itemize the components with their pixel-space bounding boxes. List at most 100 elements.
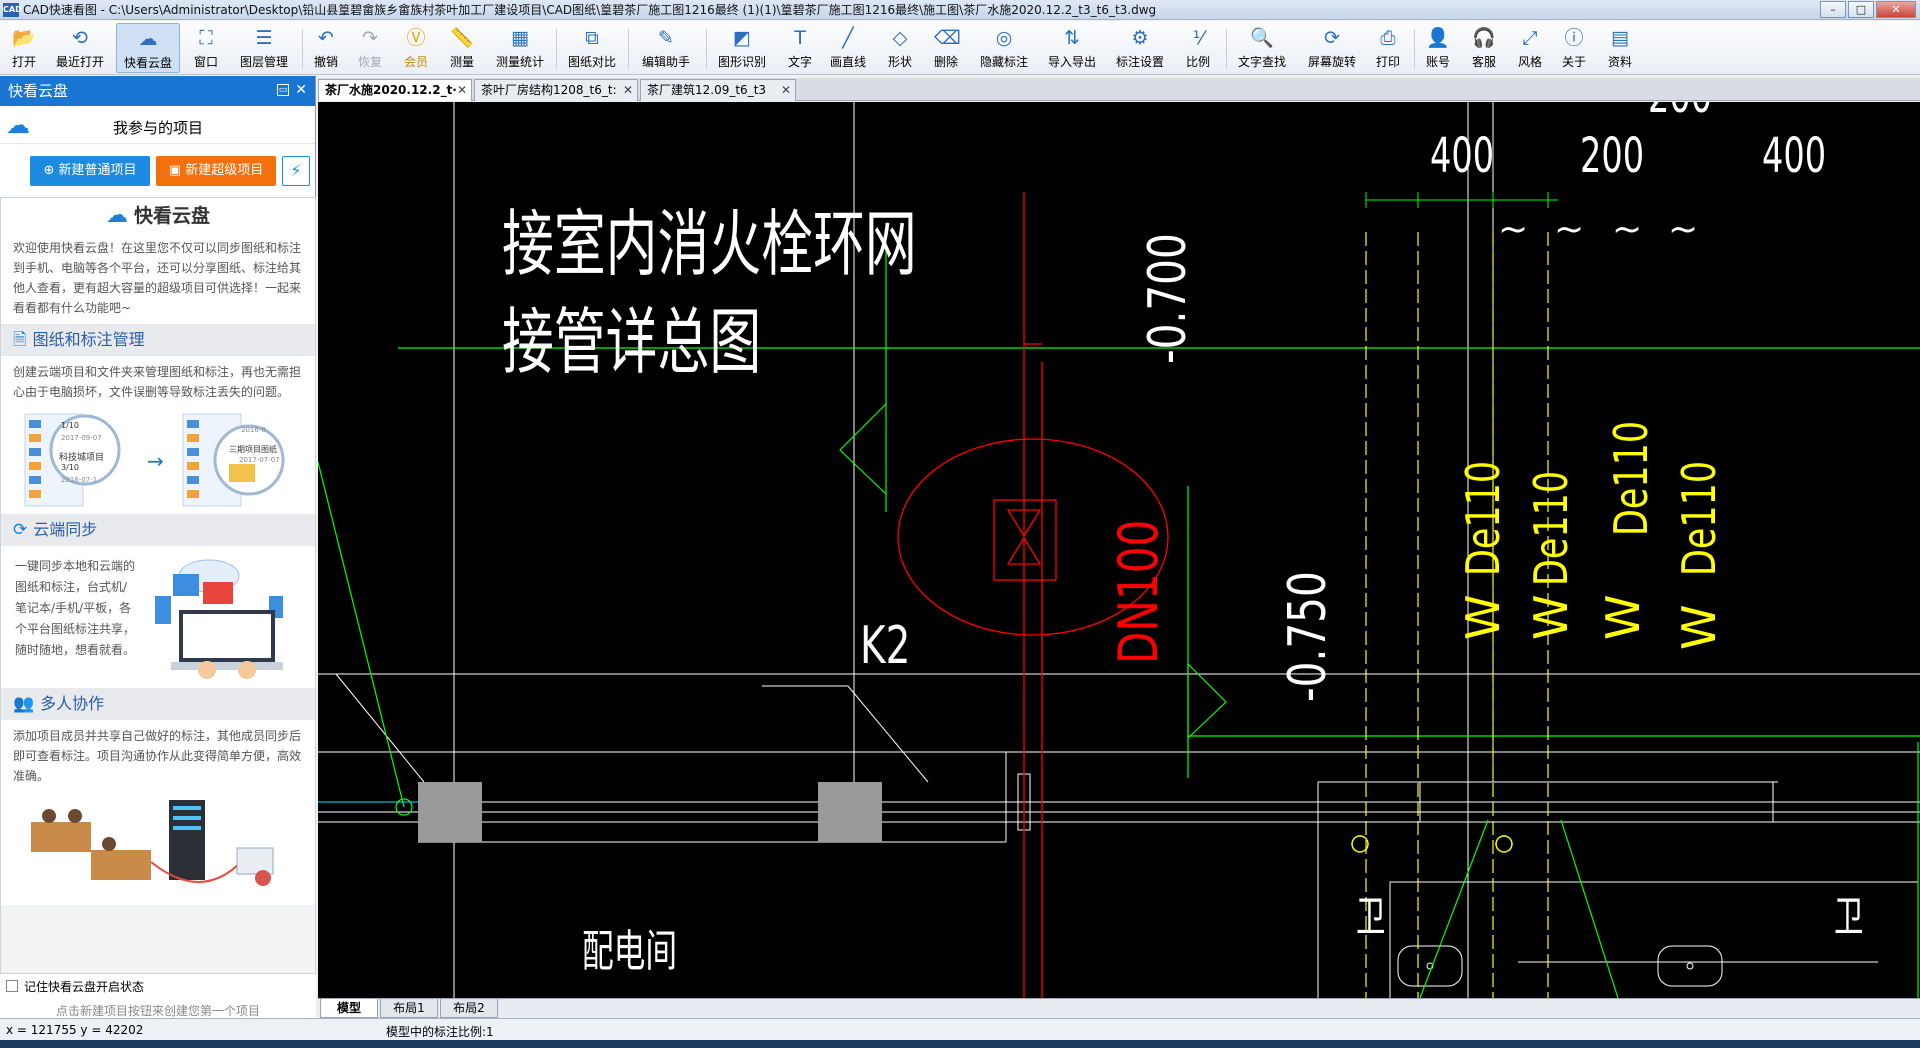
about-button[interactable]: ⓘ 关于 (1556, 23, 1592, 73)
tab-layout1[interactable]: 布局1 (380, 999, 438, 1018)
rotate-screen-icon: ⟳ (1324, 27, 1340, 49)
layer-manager-button[interactable]: ☰ 图层管理 (234, 23, 294, 73)
style-button[interactable]: ⤢ 风格 (1512, 23, 1548, 73)
style-icon: ⤢ (1522, 27, 1538, 49)
cloud-disk-button[interactable]: ☁ 快看云盘 (116, 23, 180, 73)
undo-button[interactable]: ↶ 撤销 (308, 23, 344, 73)
toolbar-label: 图层管理 (239, 55, 288, 69)
close-panel-icon[interactable]: ✕ (295, 82, 307, 98)
cad-drawing-canvas[interactable]: 接室内消火栓环网 接管详总图 200 400 200 400 ~ ~ ~ ~ -… (318, 102, 1920, 998)
sync-button[interactable]: ⚡ (282, 156, 310, 186)
folder-open-icon: 📂 (12, 27, 36, 49)
pin-icon[interactable]: ▭ (277, 84, 289, 96)
toolbar-separator (1414, 29, 1415, 69)
toolbar-label: 图形识别 (717, 55, 766, 69)
section-title: 图纸和标注管理 (32, 330, 145, 349)
section-text: 添加项目成员并共享自己做好的标注，其他成员同步后即可查看标注。项目沟通协作从此变… (13, 729, 302, 783)
break-symbol: ~ (1668, 209, 1699, 250)
new-super-project-button[interactable]: ▣ 新建超级项目 (156, 156, 276, 186)
toolbar-separator (706, 29, 707, 69)
section-cloud-sync: ⟳ 云端同步 一键同步本地和云端的图纸和标注，台式机/笔记本/手机/平板，各个平台… (1, 514, 315, 688)
section-title: 云端同步 (33, 520, 98, 539)
new-normal-project-button[interactable]: ⊕ 新建普通项目 (30, 156, 150, 186)
room-label-distribution: 配电间 (582, 926, 678, 977)
toolbar-label: 关于 (1561, 55, 1586, 69)
layout-tabs: 模型 布局1 布局2 (318, 998, 1920, 1018)
line-icon: ╱ (842, 27, 854, 49)
pipe-type-w: W (1672, 604, 1726, 650)
tab-tea-architecture[interactable]: 茶厂建筑12.09_t6_t3 ✕ (640, 79, 796, 101)
section-collaboration: 👥 多人协作 添加项目成员并共享自己做好的标注，其他成员同步后即可查看标注。项目沟… (1, 688, 315, 905)
window-button[interactable]: ⛶ 窗口 (186, 23, 226, 73)
document-icon: 🗎 (13, 330, 27, 350)
annotation-settings-icon: ⚙ (1131, 27, 1149, 49)
minimize-button[interactable]: – (1820, 1, 1846, 18)
toolbar-label: 导入导出 (1047, 55, 1096, 69)
card-title: ☁ 快看云盘 (1, 198, 315, 234)
support-button[interactable]: 🎧 客服 (1466, 23, 1502, 73)
fixture-mark: 卫 (1834, 892, 1864, 941)
compare-button[interactable]: ⧉ 图纸对比 (562, 23, 622, 73)
sync-icon: ⟳ (13, 520, 28, 540)
draw-line-button[interactable]: ╱ 画直线 (824, 23, 872, 73)
toolbar-label: 窗口 (193, 55, 218, 69)
dimension-text-200: 200 (1580, 128, 1645, 184)
cloud-icon: ☁ (138, 28, 158, 50)
toolbar-label: 风格 (1517, 55, 1542, 69)
project-buttons: ⊕ 新建普通项目 ▣ 新建超级项目 ⚡ (0, 154, 316, 194)
tab-layout2[interactable]: 布局2 (440, 999, 498, 1018)
toolbar-label: 账号 (1425, 55, 1450, 69)
close-tab-icon[interactable]: ✕ (781, 80, 791, 100)
shape-button[interactable]: ◇ 形状 (880, 23, 920, 73)
remember-state-checkbox[interactable] (6, 980, 18, 992)
scale-icon: ⅟ (1192, 27, 1204, 49)
window-icon: ⛶ (199, 27, 213, 49)
toolbar-label: 图纸对比 (567, 55, 616, 69)
illus-text: 2016-0 (241, 426, 266, 434)
printer-icon: ⎙ (1380, 27, 1396, 49)
document-tabs: 茶厂水施2020.12.2_t· ✕ 茶叶厂房结构1208_t6_t: ✕ 茶厂建筑… (318, 78, 1920, 101)
print-button[interactable]: ⎙ 打印 (1370, 23, 1406, 73)
scale-button[interactable]: ⅟ 比例 (1178, 23, 1218, 73)
toolbar-label: 打开 (11, 55, 36, 69)
open-button[interactable]: 📂 打开 (4, 23, 44, 73)
measure-stats-button[interactable]: ▦ 测量统计 (490, 23, 550, 73)
devices-illustration (155, 559, 283, 679)
hide-annotation-icon: ◎ (995, 27, 1013, 49)
close-tab-icon[interactable]: ✕ (457, 80, 467, 100)
account-button[interactable]: 👤 账号 (1420, 23, 1456, 73)
vip-button[interactable]: Ⓥ 会员 (398, 23, 434, 73)
import-export-button[interactable]: ⇅ 导入导出 (1042, 23, 1102, 73)
annotation-scale: 模型中的标注比例:1 (386, 1025, 494, 1039)
delete-button[interactable]: ⌫ 删除 (926, 23, 966, 73)
support-headset-icon: 🎧 (1472, 27, 1496, 49)
text-search-button[interactable]: 🔍 文字查找 (1232, 23, 1292, 73)
illus-text: 1/10 (61, 421, 79, 430)
resources-button[interactable]: ▤ 资料 (1602, 23, 1638, 73)
annotation-settings-button[interactable]: ⚙ 标注设置 (1110, 23, 1170, 73)
my-projects-row[interactable]: ☁ 我参与的项目 (0, 106, 315, 144)
redo-button[interactable]: ↷ 恢复 (352, 23, 388, 73)
edit-assistant-icon: ✎ (658, 27, 674, 49)
close-button[interactable]: ✕ (1876, 1, 1916, 18)
text-button[interactable]: T 文字 (780, 23, 820, 73)
undo-icon: ↶ (318, 27, 334, 49)
section-drawing-management: 🗎 图纸和标注管理 创建云端项目和文件夹来管理图纸和标注，再也无需担心由于电脑损坏… (1, 324, 315, 514)
recent-button[interactable]: ⟲ 最近打开 (52, 23, 108, 73)
maximize-button[interactable]: □ (1848, 1, 1874, 18)
hide-annotation-button[interactable]: ◎ 隐藏标注 (974, 23, 1034, 73)
rotate-screen-button[interactable]: ⟳ 屏幕旋转 (1300, 23, 1364, 73)
close-tab-icon[interactable]: ✕ (623, 80, 633, 100)
measure-button[interactable]: 📏 测量 (444, 23, 480, 73)
tab-model[interactable]: 模型 (320, 999, 378, 1018)
toolbar-label: 比例 (1185, 55, 1210, 69)
drawing-title-line2: 接管详总图 (502, 300, 762, 384)
edit-assistant-button[interactable]: ✎ 编辑助手 (634, 23, 698, 73)
shape-recognition-button[interactable]: ◩ 图形识别 (712, 23, 772, 73)
tab-tea-structure[interactable]: 茶叶厂房结构1208_t6_t: ✕ (474, 79, 638, 101)
text-icon: T (794, 27, 806, 49)
os-taskbar (0, 1040, 1920, 1048)
tab-water-supply[interactable]: 茶厂水施2020.12.2_t· ✕ (318, 79, 472, 101)
management-illustration-svg: 1/10 2017-09-07 科技城项目 3/10 2016-07-1 → 2… (24, 413, 285, 507)
section-title: 多人协作 (40, 694, 105, 713)
